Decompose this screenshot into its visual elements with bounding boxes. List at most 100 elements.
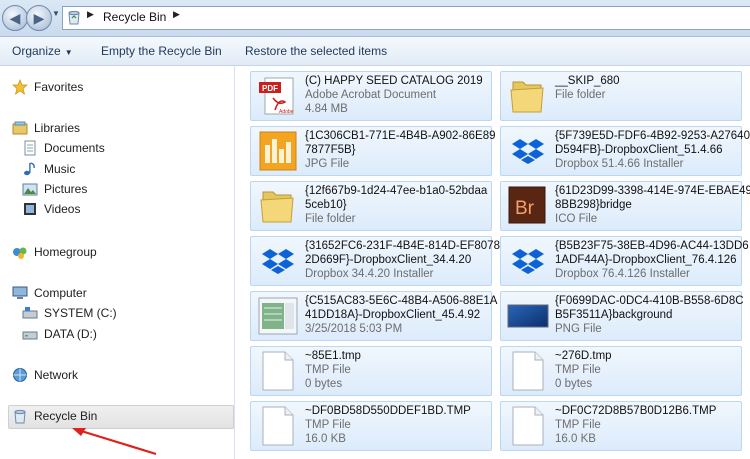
nav-label: Recycle Bin <box>34 409 98 423</box>
nav-item-data-drive[interactable]: DATA (D:) <box>22 324 97 344</box>
file-item[interactable]: Br {61D23D99-3398-414E-974E-EBAE49 8BB298}… <box>500 181 750 231</box>
file-item[interactable]: ~DF0C72D8B57B0D12B6.TMP TMP File 16.0 KB <box>500 401 742 451</box>
star-icon <box>12 79 28 95</box>
navigation-pane: Favorites Libraries Documents Music Pict… <box>0 66 235 459</box>
recent-pages-chevron-down-icon[interactable]: ▼ <box>52 9 60 18</box>
blank-file-icon <box>507 351 549 391</box>
bridge-icon: Br <box>507 186 549 226</box>
folder-icon <box>507 76 549 116</box>
drive-icon <box>22 307 38 319</box>
file-name: ~85E1.tmp <box>305 350 361 362</box>
file-item[interactable]: {31652FC6-231F-4B4E-814D-EF8078 2D669F}-D… <box>250 236 500 286</box>
nav-label: Music <box>44 162 76 176</box>
file-type: TMP File <box>555 364 601 376</box>
png-icon <box>507 296 549 336</box>
nav-item-videos[interactable]: Videos <box>22 199 80 219</box>
blank-file-icon <box>257 406 299 446</box>
nav-item-system-drive[interactable]: SYSTEM (C:) <box>22 303 117 323</box>
nav-item-pictures[interactable]: Pictures <box>22 179 87 199</box>
file-name: ~DF0C72D8B57B0D12B6.TMP <box>555 405 717 417</box>
file-type: TMP File <box>555 419 601 431</box>
nav-label: Pictures <box>44 182 88 196</box>
jpg-icon <box>257 131 299 171</box>
file-type: File folder <box>305 213 356 225</box>
file-type: PNG File <box>555 323 602 335</box>
file-type: Dropbox 51.4.66 Installer <box>555 158 684 170</box>
nav-label: Favorites <box>34 80 84 94</box>
file-type: ICO File <box>555 213 598 225</box>
breadcrumb-chevron-icon[interactable]: ▶ <box>173 9 180 20</box>
file-name: {1C306CB1-771E-4B4B-A902-86E89 <box>305 130 496 142</box>
file-detail: 0 bytes <box>305 378 343 390</box>
file-name: {31652FC6-231F-4B4E-814D-EF8078 <box>305 240 500 252</box>
nav-item-favorites[interactable]: Favorites <box>12 77 83 97</box>
computer-icon <box>12 286 28 299</box>
file-item[interactable]: {1C306CB1-771E-4B4B-A902-86E89 7877F5B} JP… <box>250 126 496 176</box>
annotation-arrow-icon <box>72 428 157 456</box>
network-icon <box>13 368 27 382</box>
dropbox-icon <box>507 131 549 171</box>
file-type: JPG File <box>305 158 350 170</box>
libraries-icon <box>12 121 28 135</box>
nav-label: Network <box>34 368 79 382</box>
file-name: {B5B23F75-38EB-4D96-AC44-13DD6 <box>555 240 749 252</box>
file-name-continued: 5ceb10} <box>305 199 347 211</box>
videos-icon <box>24 203 36 215</box>
address-bar: ◀ ▶ ▼ ▶ Recycle Bin ▶ <box>0 0 750 37</box>
breadcrumb-recycle-bin[interactable]: Recycle Bin <box>103 10 166 24</box>
organize-menu[interactable]: Organize ▼ <box>12 44 73 58</box>
address-field[interactable]: ▶ Recycle Bin ▶ <box>62 6 750 30</box>
nav-item-computer[interactable]: Computer <box>12 283 87 303</box>
nav-item-recycle-bin[interactable]: Recycle Bin <box>12 406 97 426</box>
file-item[interactable]: __SKIP_680 File folder <box>500 71 742 121</box>
file-type: Adobe Acrobat Document <box>305 89 437 101</box>
empty-recycle-bin-button[interactable]: Empty the Recycle Bin <box>101 44 222 58</box>
file-type: TMP File <box>305 364 351 376</box>
file-item[interactable]: {B5B23F75-38EB-4D96-AC44-13DD6 1ADF44A}-D… <box>500 236 749 286</box>
file-item[interactable]: ~DF0BD58D550DDEF1BD.TMP TMP File 16.0 KB <box>250 401 492 451</box>
blank-file-icon <box>507 406 549 446</box>
recycle-bin-icon <box>14 409 26 424</box>
recycle-bin-icon <box>68 10 80 25</box>
nav-label: Documents <box>44 141 105 155</box>
file-name: {61D23D99-3398-414E-974E-EBAE49 <box>555 185 750 197</box>
file-name-continued: 1ADF44A}-DropboxClient_76.4.126 <box>555 254 737 266</box>
nav-label: Videos <box>44 202 81 216</box>
file-name-continued: D594FB}-DropboxClient_51.4.66 <box>555 144 723 156</box>
file-item[interactable]: {C515AC83-5E6C-48B4-A506-88E1A 41DD18A}-D… <box>250 291 497 341</box>
file-name-continued: 2D669F}-DropboxClient_34.4.20 <box>305 254 472 266</box>
nav-label: DATA (D:) <box>44 327 97 341</box>
nav-label: SYSTEM (C:) <box>44 306 117 320</box>
file-item[interactable]: {12f667b9-1d24-47ee-b1a0-52bdaa 5ceb10} Fi… <box>250 181 492 231</box>
dropbox-icon <box>507 241 549 281</box>
nav-item-music[interactable]: Music <box>22 159 75 179</box>
nav-item-homegroup[interactable]: Homegroup <box>12 242 97 262</box>
file-type: Dropbox 76.4.126 Installer <box>555 268 690 280</box>
forward-button[interactable]: ▶ <box>26 5 52 31</box>
nav-item-network[interactable]: Network <box>12 365 78 385</box>
documents-icon <box>24 140 36 156</box>
file-name-continued: 8BB298}bridge <box>555 199 632 211</box>
nav-item-documents[interactable]: Documents <box>22 138 105 158</box>
file-item[interactable]: ~276D.tmp TMP File 0 bytes <box>500 346 742 396</box>
file-item[interactable]: {5F739E5D-FDF6-4B92-9253-A27640 D594FB}-D… <box>500 126 750 176</box>
file-type: Dropbox 34.4.20 Installer <box>305 268 434 280</box>
file-type: TMP File <box>305 419 351 431</box>
file-name-continued: 41DD18A}-DropboxClient_45.4.92 <box>305 309 481 321</box>
chevron-down-icon: ▼ <box>64 48 73 57</box>
file-item[interactable]: PDF Adobe (C) HAPPY SEED CATALOG 2019 Adobe… <box>250 71 492 121</box>
file-name: ~276D.tmp <box>555 350 612 362</box>
file-detail: 4.84 MB <box>305 103 348 115</box>
dropbox-icon <box>257 241 299 281</box>
blank-file-icon <box>257 351 299 391</box>
breadcrumb-separator-icon[interactable]: ▶ <box>87 9 94 20</box>
command-bar: Organize ▼ Empty the Recycle Bin Restore … <box>0 37 750 66</box>
file-item[interactable]: {F0699DAC-0DC4-410B-B558-6D8C B5F3511A}ba… <box>500 291 744 341</box>
file-item[interactable]: ~85E1.tmp TMP File 0 bytes <box>250 346 492 396</box>
file-list: PDF Adobe (C) HAPPY SEED CATALOG 2019 Adobe… <box>235 66 750 459</box>
file-name: __SKIP_680 <box>555 75 620 87</box>
nav-item-libraries[interactable]: Libraries <box>12 118 80 138</box>
file-type: 3/25/2018 5:03 PM <box>305 323 403 335</box>
restore-selected-items-button[interactable]: Restore the selected items <box>245 44 387 58</box>
back-button[interactable]: ◀ <box>2 5 28 31</box>
